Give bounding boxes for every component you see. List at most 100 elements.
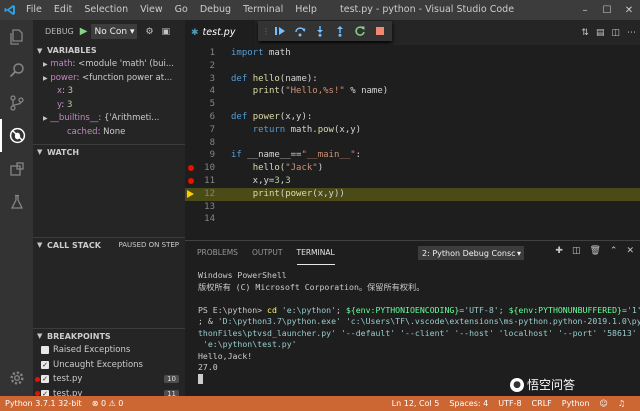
variable-row[interactable]: ▶ power: <function power at... (33, 72, 185, 86)
search-icon[interactable] (0, 53, 33, 86)
watch-header[interactable]: ▼ WATCH (33, 144, 185, 159)
code-line[interactable]: 11 x,y=3,3 (185, 175, 640, 188)
code-text: def hello(name): (231, 73, 318, 84)
terminal-output[interactable]: Windows PowerShell 版权所有 (C) Microsoft Cor… (198, 270, 640, 385)
indentation[interactable]: Spaces: 4 (444, 399, 493, 408)
variable-row[interactable]: cached: None (33, 126, 185, 140)
debug-toolbar: ⋮ (258, 21, 392, 41)
chevron-up-icon[interactable]: ⌃ (610, 246, 618, 256)
line-number: 11 (204, 176, 215, 186)
start-debug-icon[interactable]: ▶ (80, 26, 88, 37)
split-terminal-icon[interactable]: ◫ (572, 246, 581, 256)
chevron-down-icon: ▾ (516, 248, 521, 258)
code-line[interactable]: 3 def hello(name): (185, 73, 640, 86)
code-editor[interactable]: 1 import math 2 3 def hello(name): 4 print("H… (185, 45, 640, 240)
trash-icon[interactable]: 🗑︎ (589, 246, 600, 256)
tab-output[interactable]: OUTPUT (252, 241, 283, 265)
status-bar: Python 3.7.1 32-bit ⊗ 0 ⚠ 0 Ln 12, Col 5… (0, 396, 640, 411)
menu-file[interactable]: File (20, 0, 48, 20)
checkbox[interactable] (41, 346, 49, 355)
continue-icon[interactable] (272, 23, 288, 39)
settings-gear-icon[interactable] (0, 361, 33, 394)
variable-row[interactable]: ▶ math: <module 'math' (bui... (33, 58, 185, 72)
open-changes-icon[interactable]: ⇅ (581, 28, 589, 38)
terminal-select[interactable]: 2: Python Debug Consc ▾ (418, 246, 524, 260)
tab-terminal[interactable]: TERMINAL (296, 241, 335, 265)
new-terminal-icon[interactable]: ✚ (555, 246, 563, 256)
code-line[interactable]: 12 print(power(x,y)) (185, 187, 640, 201)
menu-help[interactable]: Help (289, 0, 323, 20)
menu-terminal[interactable]: Terminal (237, 0, 289, 20)
menu-selection[interactable]: Selection (78, 0, 134, 20)
tab-test-py[interactable]: ✱ test.py (185, 20, 255, 45)
test-flask-icon[interactable] (0, 185, 33, 218)
code-line[interactable]: 10 hello("Jack") (185, 162, 640, 175)
debug-config-select[interactable]: No Con ▾ (91, 24, 138, 39)
debug-icon[interactable] (0, 119, 33, 152)
variable-row[interactable]: ▶ __builtins__: {'Arithmeti... (33, 112, 185, 126)
step-into-icon[interactable] (312, 23, 328, 39)
title-bar: File Edit Selection View Go Debug Termin… (0, 0, 640, 20)
cursor-position[interactable]: Ln 12, Col 5 (387, 399, 445, 408)
code-line[interactable]: 8 (185, 137, 640, 150)
checkbox[interactable]: ✓ (41, 360, 49, 369)
code-line[interactable]: 1 import math (185, 47, 640, 60)
notifications-icon[interactable]: ♫ (613, 399, 630, 408)
language-mode[interactable]: Python (557, 399, 595, 408)
code-line[interactable]: 2 (185, 60, 640, 73)
breakpoints-header[interactable]: ▼ BREAKPOINTS (33, 328, 185, 343)
bottom-panel: PROBLEMS OUTPUT TERMINAL 2: Python Debug… (185, 240, 640, 396)
code-line[interactable]: 6 def power(x,y): (185, 111, 640, 124)
stop-icon[interactable] (372, 23, 388, 39)
variables-header[interactable]: ▼ VARIABLES (33, 43, 185, 58)
split-editor-icon[interactable]: ◫ (611, 28, 620, 38)
drag-handle-icon[interactable]: ⋮ (262, 27, 270, 36)
menu-view[interactable]: View (134, 0, 169, 20)
breakpoint-row[interactable]: ✓ test.py 10 (33, 372, 185, 387)
minimize-icon[interactable]: – (574, 0, 596, 20)
explorer-icon[interactable] (0, 20, 33, 53)
close-panel-icon[interactable]: ✕ (626, 246, 634, 256)
variable-row[interactable]: y: 3 (33, 99, 185, 113)
line-ending[interactable]: CRLF (527, 399, 557, 408)
callstack-header[interactable]: ▼ CALL STACK PAUSED ON STEP (33, 237, 185, 252)
code-line[interactable]: 4 print("Hello,%s!" % name) (185, 85, 640, 98)
source-control-icon[interactable] (0, 86, 33, 119)
variable-row[interactable]: x: 3 (33, 85, 185, 99)
encoding[interactable]: UTF-8 (493, 399, 526, 408)
code-line[interactable]: 9 if __name__=="__main__": (185, 149, 640, 162)
extensions-icon[interactable] (0, 152, 33, 185)
tab-problems[interactable]: PROBLEMS (197, 241, 238, 265)
terminal-line: Hello,Jack! (198, 350, 253, 361)
python-interpreter[interactable]: Python 3.7.1 32-bit (0, 399, 87, 408)
more-actions-icon[interactable]: ⋯ (627, 28, 636, 38)
code-line[interactable]: 14 (185, 213, 640, 226)
checkbox[interactable]: ✓ (41, 375, 49, 384)
code-line[interactable]: 5 (185, 98, 640, 111)
debug-sidebar: DEBUG ▶ No Con ▾ ⚙ ▣ ▼ VARIABLES ▶ math:… (33, 20, 185, 399)
maximize-icon[interactable]: ☐ (596, 0, 618, 20)
breakpoint-row[interactable]: ✓ Uncaught Exceptions (33, 358, 185, 373)
code-line[interactable]: 7 return math.pow(x,y) (185, 124, 640, 137)
chevron-down-icon: ▾ (129, 26, 135, 37)
terminal-icon[interactable]: ▣ (162, 27, 171, 37)
step-over-icon[interactable] (292, 23, 308, 39)
line-number: 5 (209, 99, 215, 110)
preview-icon[interactable]: ▤ (596, 28, 605, 38)
menu-debug[interactable]: Debug (194, 0, 237, 20)
problems-count[interactable]: ⊗ 0 ⚠ 0 (87, 399, 129, 408)
step-out-icon[interactable] (332, 23, 348, 39)
feedback-icon[interactable]: ☺ (594, 399, 612, 408)
close-icon[interactable]: ✕ (618, 0, 640, 20)
menu-go[interactable]: Go (169, 0, 194, 20)
code-text: return math.pow(x,y) (252, 124, 362, 135)
variables-list: ▶ math: <module 'math' (bui... ▶ power: … (33, 58, 185, 144)
restart-icon[interactable] (352, 23, 368, 39)
line-number: 4 (209, 86, 215, 97)
code-line[interactable]: 13 (185, 201, 640, 214)
breakpoint-row[interactable]: Raised Exceptions (33, 343, 185, 358)
menu-edit[interactable]: Edit (48, 0, 78, 20)
code-text: x,y=3,3 (231, 176, 291, 186)
gear-icon[interactable]: ⚙ (145, 27, 153, 37)
